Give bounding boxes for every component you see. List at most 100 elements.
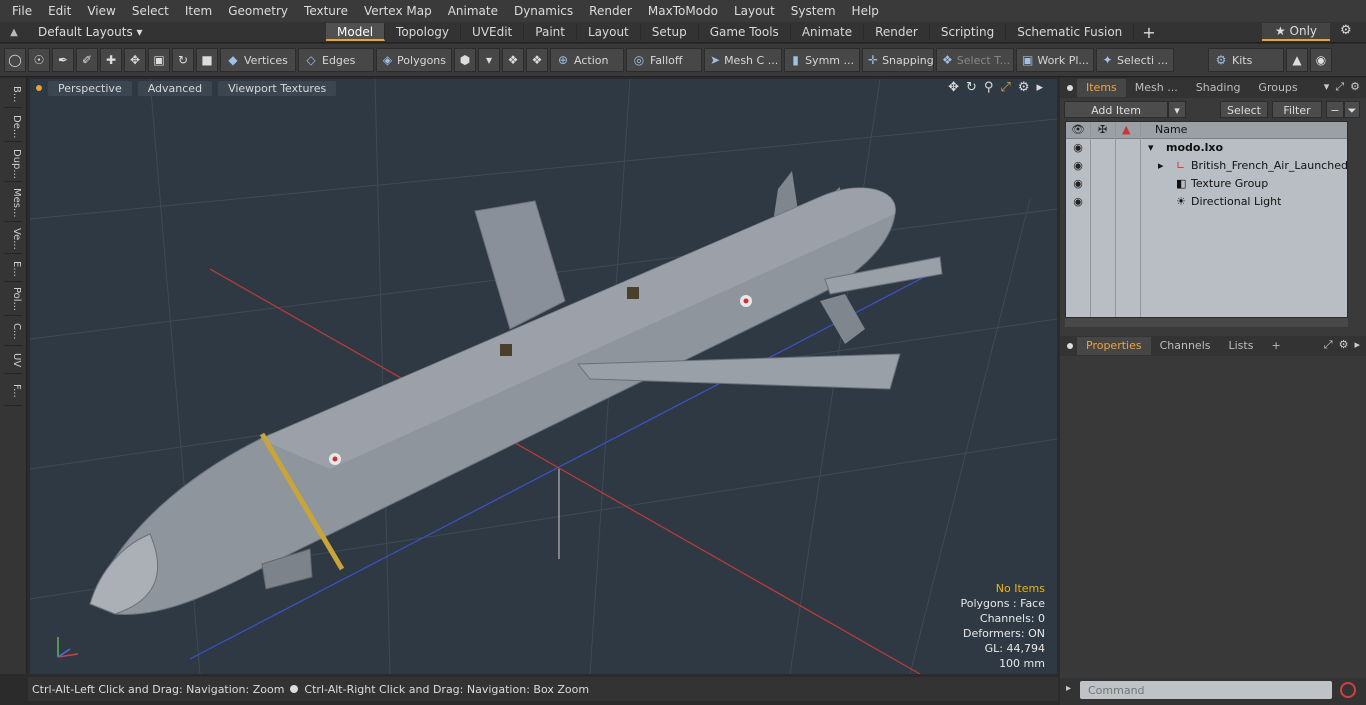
command-history-arrow-icon[interactable]: ▸ [1066,683,1071,694]
tab-uvedit[interactable]: UVEdit [461,23,525,41]
polygons-button[interactable]: ◈ Polygons [376,48,452,72]
edges-button[interactable]: ◇ Edges [298,48,374,72]
select-circle-icon[interactable]: ◯ [4,48,26,72]
properties-arrow-icon[interactable]: ▸ [1354,338,1360,352]
menu-view[interactable]: View [79,4,123,18]
selection-sets-button[interactable]: ✦ Selecti ... [1096,48,1174,72]
menu-animate[interactable]: Animate [440,4,506,18]
strip-tab-basic[interactable]: B... [4,82,22,108]
only-toggle[interactable]: ★ Only [1262,23,1330,41]
viewport-menu-dot[interactable] [36,85,42,91]
strip-tab-fusion[interactable]: F... [4,376,22,406]
viewport-arrow-icon[interactable]: ▸ [1036,80,1043,95]
select-button[interactable]: Select [1220,100,1268,118]
add-item-chevron-icon[interactable]: ▾ [1168,100,1186,118]
layout-up-icon[interactable]: ▲ [0,27,28,38]
strip-tab-duplicate[interactable]: Dup... [4,146,22,182]
name-column-header[interactable]: Name [1155,123,1187,136]
tab-model[interactable]: Model [326,23,386,41]
menu-help[interactable]: Help [844,4,887,18]
menu-dynamics[interactable]: Dynamics [506,4,581,18]
tab-lists[interactable]: Lists [1220,337,1263,355]
strip-tab-uv[interactable]: UV [4,348,22,374]
panel-expand-icon[interactable]: ⤢ [1335,80,1344,94]
tab-game-tools[interactable]: Game Tools [699,23,791,41]
3d-viewport[interactable]: Perspective Advanced Viewport Textures ✥… [30,79,1057,674]
panel-gear-icon[interactable]: ⚙ [1350,80,1360,94]
menu-select[interactable]: Select [124,4,177,18]
expand-arrow-icon[interactable]: ▾ [1148,139,1154,157]
tab-scripting[interactable]: Scripting [930,23,1007,41]
item-mode-icon[interactable]: ■ [196,48,218,72]
symmetry-button[interactable]: ▮ Symm ... [784,48,860,72]
tab-shading[interactable]: Shading [1187,79,1250,97]
menu-layout[interactable]: Layout [726,4,783,18]
tab-animate[interactable]: Animate [791,23,865,41]
workplane-button[interactable]: ▣ Work Pl... [1016,48,1094,72]
tab-setup[interactable]: Setup [641,23,699,41]
menu-geometry[interactable]: Geometry [220,4,296,18]
tab-topology[interactable]: Topology [385,23,462,41]
record-macro-icon[interactable] [1340,682,1356,698]
command-input[interactable] [1080,681,1332,699]
viewport-textures-dropdown[interactable]: Viewport Textures [218,80,337,96]
strip-tab-edge[interactable]: E... [4,256,22,282]
collapse-icon[interactable]: − [1326,100,1344,118]
strip-tab-polygon[interactable]: Pol... [4,284,22,316]
menu-vertex-map[interactable]: Vertex Map [356,4,440,18]
collapsed-arrow-icon[interactable]: ▸ [1158,157,1164,175]
tree-vertical-scrollbar[interactable] [1351,121,1359,318]
dropdown-chevron-icon[interactable]: ▾ [478,48,500,72]
strip-tab-curve[interactable]: C... [4,318,22,346]
material-icon[interactable]: ⬢ [454,48,476,72]
falloff-button[interactable]: ◎ Falloff [626,48,702,72]
mesh-constraint-button[interactable]: ➤ Mesh C ... [704,48,782,72]
menu-maxtomodo[interactable]: MaxToModo [640,4,726,18]
properties-panel-menu-dot[interactable] [1067,343,1073,349]
tab-render[interactable]: Render [864,23,930,41]
tree-row-directional-light[interactable]: ◉ ☀ Directional Light [1066,193,1347,211]
snapping-button[interactable]: ✛ Snapping [862,48,934,72]
orbit-icon[interactable]: ↻ [966,80,977,95]
tab-mesh[interactable]: Mesh ... [1126,79,1187,97]
transform-icon[interactable]: ✚ [100,48,122,72]
select-through-button[interactable]: ❖ Select T... [936,48,1014,72]
action-center-button[interactable]: ⊕ Action [550,48,624,72]
tab-properties[interactable]: Properties [1077,337,1151,355]
visibility-eye-icon[interactable]: ◉ [1071,175,1085,193]
sym-mode-icon[interactable]: ❖ [502,48,524,72]
pan-icon[interactable]: ✥ [948,80,959,95]
unreal-icon[interactable]: ◉ [1310,48,1332,72]
tab-channels[interactable]: Channels [1151,337,1220,355]
globe-icon[interactable]: ☉ [28,48,50,72]
funnel-icon[interactable]: ⏷ [1344,100,1360,118]
tab-items[interactable]: Items [1077,79,1126,97]
menu-system[interactable]: System [783,4,844,18]
items-panel-menu-dot[interactable] [1067,85,1073,91]
add-tab-icon[interactable]: + [1134,23,1163,42]
unity-icon[interactable]: ▲ [1286,48,1308,72]
viewport-gear-icon[interactable]: ⚙ [1018,80,1030,95]
brush-icon[interactable]: ✐ [76,48,98,72]
advanced-dropdown[interactable]: Advanced [137,80,213,96]
visibility-eye-icon[interactable]: ◉ [1071,157,1085,175]
properties-expand-icon[interactable]: ⤢ [1324,338,1333,352]
tab-paint[interactable]: Paint [524,23,577,41]
center-mode-icon[interactable]: ❖ [526,48,548,72]
visibility-eye-icon[interactable]: ◉ [1071,139,1085,157]
properties-gear-icon[interactable]: ⚙ [1339,338,1349,352]
tab-groups[interactable]: Groups [1249,79,1306,97]
visibility-eye-icon[interactable]: ◉ [1071,193,1085,211]
strip-tab-vertex[interactable]: Ve... [4,224,22,254]
gear-icon[interactable]: ⚙ [1340,23,1360,38]
perspective-dropdown[interactable]: Perspective [48,80,132,96]
add-panel-tab-icon[interactable]: + [1262,337,1289,355]
filter-button[interactable]: Filter [1272,100,1322,118]
zoom-icon[interactable]: ⚲ [984,80,994,95]
move-icon[interactable]: ✥ [124,48,146,72]
pen-icon[interactable]: ✒ [52,48,74,72]
rotate-icon[interactable]: ↻ [172,48,194,72]
tree-row-scene[interactable]: ◉ ▾ modo.lxo [1066,139,1347,157]
tree-row-texture-group[interactable]: ◉ ◧ Texture Group [1066,175,1347,193]
menu-render[interactable]: Render [581,4,640,18]
